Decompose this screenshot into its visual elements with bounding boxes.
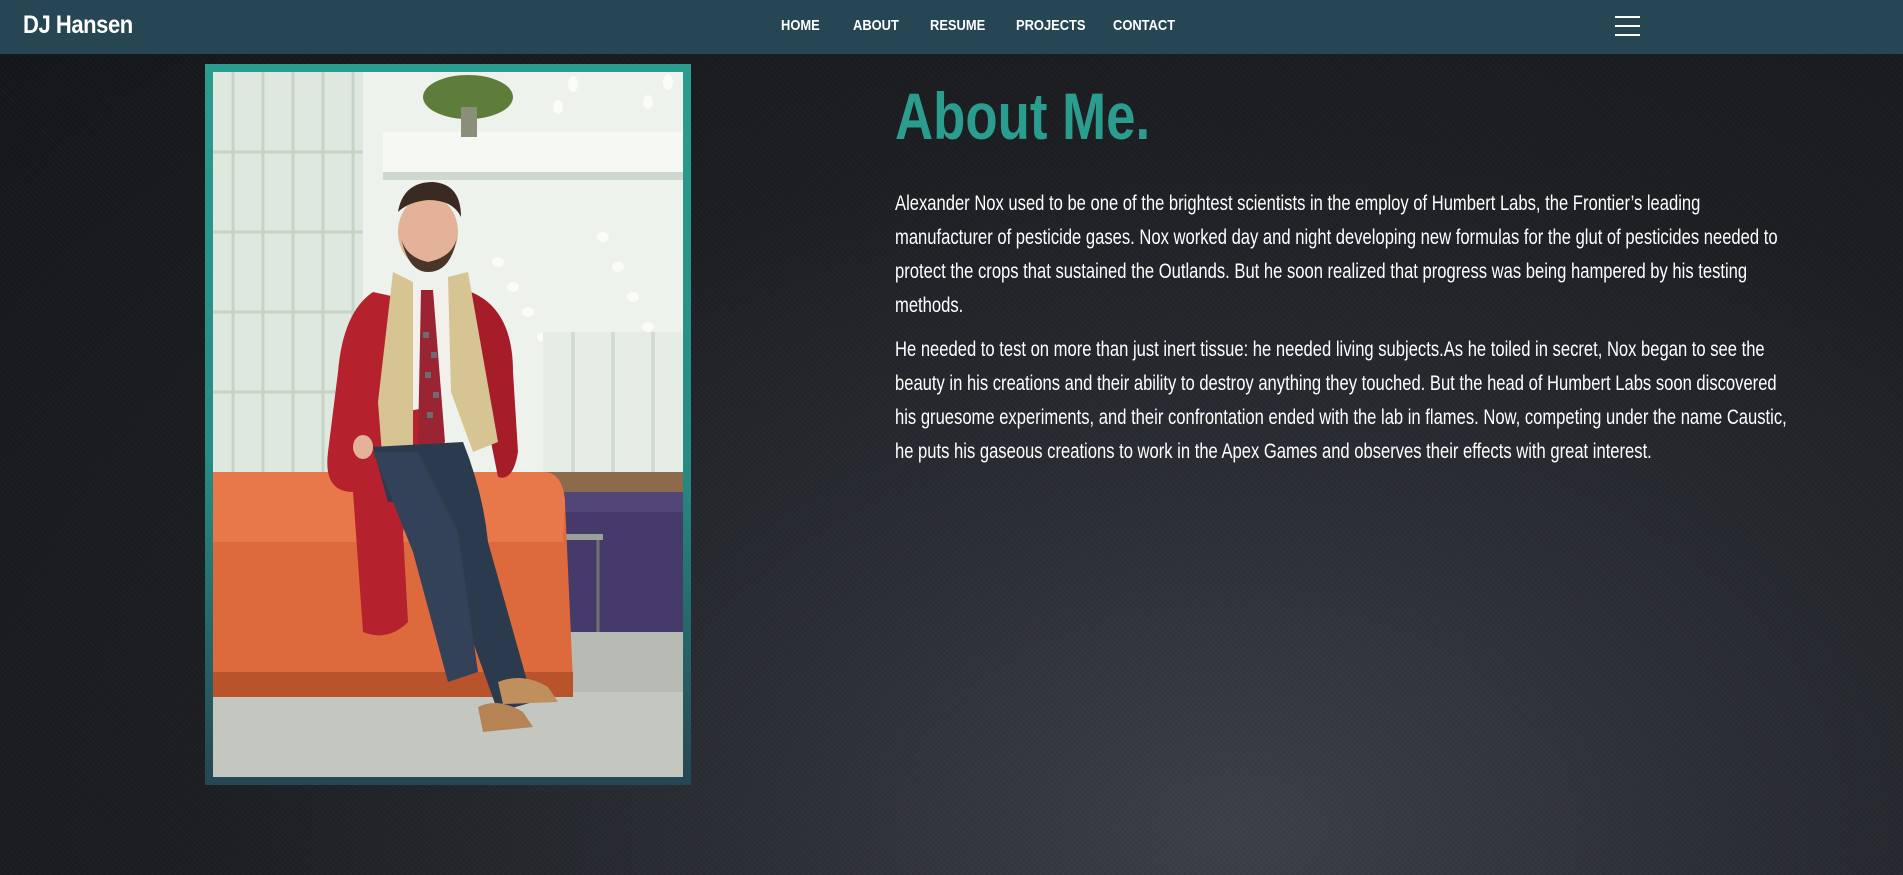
brand-logo-link[interactable]: DJ Hansen bbox=[23, 11, 133, 40]
nav-link-home[interactable]: HOME bbox=[781, 17, 820, 34]
nav-link-contact[interactable]: CONTACT bbox=[1113, 17, 1175, 34]
profile-photo-frame bbox=[205, 64, 691, 785]
nav-link-projects[interactable]: PROJECTS bbox=[1016, 17, 1086, 34]
navbar: DJ Hansen HOME ABOUT RESUME PROJECTS CON… bbox=[0, 0, 1903, 54]
about-paragraph-1: Alexander Nox used to be one of the brig… bbox=[895, 192, 1778, 317]
nav-link-about[interactable]: ABOUT bbox=[853, 17, 899, 34]
about-paragraph-2: He needed to test on more than just iner… bbox=[895, 338, 1787, 463]
about-text: Alexander Nox used to be one of the brig… bbox=[895, 187, 1796, 479]
profile-photo bbox=[213, 72, 683, 777]
nav-link-resume[interactable]: RESUME bbox=[930, 17, 985, 34]
hamburger-menu-icon[interactable] bbox=[1615, 16, 1640, 38]
about-title: About Me. bbox=[895, 79, 1151, 153]
